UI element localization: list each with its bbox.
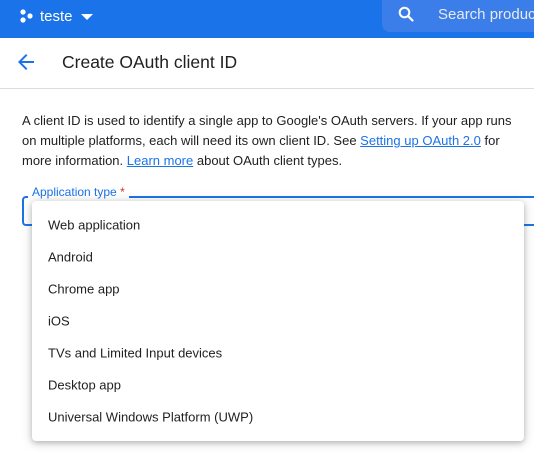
menu-item-label: Web application: [48, 217, 141, 233]
menu-item-label: TVs and Limited Input devices: [48, 345, 223, 361]
menu-item-ios[interactable]: iOS: [32, 305, 524, 337]
project-name: teste: [40, 7, 73, 25]
description-text: about OAuth client types.: [193, 153, 343, 168]
search-bar[interactable]: Search products: [382, 0, 534, 32]
menu-item-label: Desktop app: [48, 377, 121, 393]
chevron-down-icon: [80, 14, 93, 20]
menu-item-label: Chrome app: [48, 281, 120, 297]
search-icon: [398, 6, 414, 27]
required-mark: *: [120, 185, 125, 199]
menu-item-web-application[interactable]: Web application: [32, 209, 524, 241]
application-type-label: Application type *: [28, 185, 129, 199]
project-icon: [20, 9, 34, 23]
application-type-menu: Web application Android Chrome app iOS T…: [32, 201, 524, 441]
project-selector[interactable]: teste: [20, 0, 93, 32]
menu-item-chrome-app[interactable]: Chrome app: [32, 273, 524, 305]
menu-item-tvs-limited-input[interactable]: TVs and Limited Input devices: [32, 337, 524, 369]
search-input[interactable]: Search products: [438, 6, 534, 23]
menu-item-android[interactable]: Android: [32, 241, 524, 273]
menu-item-label: Universal Windows Platform (UWP): [48, 409, 254, 425]
page-description: A client ID is used to identify a single…: [22, 111, 527, 171]
top-app-bar: teste Search products: [0, 0, 534, 38]
learn-more-link[interactable]: Learn more: [127, 153, 193, 168]
back-arrow-icon[interactable]: [14, 50, 38, 74]
menu-item-uwp[interactable]: Universal Windows Platform (UWP): [32, 401, 524, 433]
menu-item-desktop-app[interactable]: Desktop app: [32, 369, 524, 401]
menu-item-label: Android: [48, 249, 93, 265]
setting-up-oauth-link[interactable]: Setting up OAuth 2.0: [360, 133, 481, 148]
page-title: Create OAuth client ID: [62, 52, 238, 72]
field-label-text: Application type: [32, 185, 117, 199]
menu-item-label: iOS: [48, 313, 70, 329]
page-header: Create OAuth client ID: [0, 38, 534, 89]
